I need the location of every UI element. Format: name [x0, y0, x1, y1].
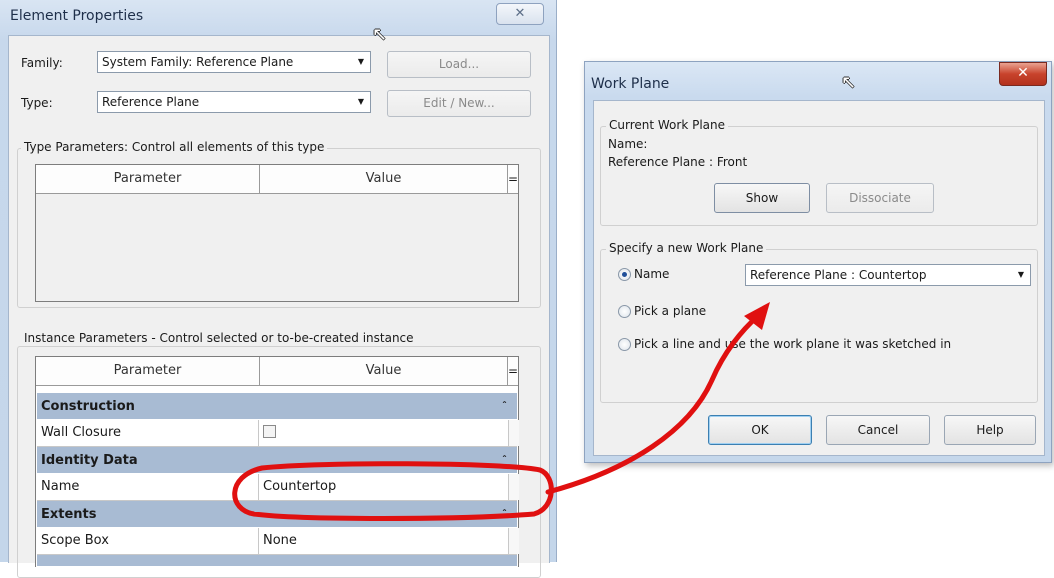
- category-next: [37, 555, 517, 567]
- family-value: System Family: Reference Plane: [102, 55, 294, 69]
- name-label: Name:: [608, 137, 648, 151]
- grid-header: Parameter Value =: [36, 357, 518, 386]
- close-button[interactable]: ✕: [496, 3, 544, 25]
- mouse-cursor-icon: ↖: [372, 24, 388, 45]
- formula-column-header[interactable]: =: [507, 165, 518, 193]
- chevron-down-icon: ▼: [357, 57, 364, 66]
- category-label: Construction: [41, 399, 135, 414]
- type-value: Reference Plane: [102, 95, 200, 109]
- pick-plane-label[interactable]: Pick a plane: [634, 304, 706, 318]
- parameter-column-header[interactable]: Parameter: [36, 357, 260, 385]
- parameter-cell: Wall Closure: [37, 420, 259, 446]
- category-label: Extents: [41, 507, 97, 522]
- value-column-header[interactable]: Value: [260, 357, 508, 385]
- dialog-title: Element Properties: [10, 8, 144, 24]
- parameter-cell: Scope Box: [37, 528, 259, 554]
- work-plane-dialog: Work Plane ✕ ↖ Current Work Plane Name: …: [584, 61, 1052, 463]
- pick-line-radio[interactable]: [618, 338, 631, 351]
- category-construction[interactable]: Construction ˆ: [37, 393, 517, 420]
- help-button[interactable]: Help: [944, 415, 1036, 445]
- pick-plane-radio[interactable]: [618, 305, 631, 318]
- table-row: Name Countertop: [37, 474, 519, 501]
- dissociate-button[interactable]: Dissociate: [826, 183, 934, 213]
- category-label: Identity Data: [41, 453, 138, 468]
- family-label: Family:: [21, 56, 63, 70]
- chevron-down-icon: ▼: [357, 97, 364, 106]
- show-button[interactable]: Show: [714, 183, 810, 213]
- current-work-plane-group: [600, 126, 1038, 226]
- type-parameters-title: Type Parameters: Control all elements of…: [21, 140, 328, 154]
- category-extents[interactable]: Extents ˆ: [37, 501, 517, 528]
- element-properties-dialog: Element Properties ✕ Family: System Fami…: [0, 0, 557, 578]
- table-row: Wall Closure: [37, 420, 519, 447]
- collapse-icon[interactable]: ˆ: [502, 501, 507, 528]
- category-identity-data[interactable]: Identity Data ˆ: [37, 447, 517, 474]
- load-button[interactable]: Load...: [387, 51, 531, 78]
- dialog-title: Work Plane: [591, 76, 670, 92]
- name-radio[interactable]: [618, 268, 631, 281]
- table-row: Scope Box None: [37, 528, 519, 555]
- pick-line-label[interactable]: Pick a line and use the work plane it wa…: [634, 337, 951, 351]
- formula-column-header[interactable]: =: [507, 357, 518, 385]
- value-column-header[interactable]: Value: [260, 165, 508, 193]
- specify-work-plane-title: Specify a new Work Plane: [606, 241, 767, 255]
- current-work-plane-title: Current Work Plane: [606, 118, 728, 132]
- grid-header: Parameter Value =: [36, 165, 518, 194]
- type-dropdown[interactable]: Reference Plane ▼: [97, 91, 371, 113]
- work-plane-name-dropdown[interactable]: Reference Plane : Countertop ▼: [745, 264, 1031, 286]
- parameter-cell: Name: [37, 474, 259, 500]
- work-plane-name-value: Reference Plane : Countertop: [750, 268, 927, 282]
- chevron-down-icon: ▼: [1017, 270, 1024, 279]
- collapse-icon[interactable]: ˆ: [502, 393, 507, 420]
- dialog-body: Current Work Plane Name: Reference Plane…: [593, 100, 1045, 456]
- mouse-cursor-icon: ↖: [841, 72, 857, 93]
- close-button[interactable]: ✕: [999, 62, 1047, 86]
- type-parameters-grid: Parameter Value =: [35, 164, 519, 302]
- current-work-plane-name: Reference Plane : Front: [608, 155, 748, 169]
- family-dropdown[interactable]: System Family: Reference Plane ▼: [97, 51, 371, 73]
- edit-new-button[interactable]: Edit / New...: [387, 90, 531, 117]
- instance-parameters-title: Instance Parameters - Control selected o…: [21, 331, 417, 345]
- type-label: Type:: [21, 96, 53, 110]
- instance-parameters-grid: Parameter Value = Construction ˆ Wall Cl…: [35, 356, 519, 567]
- ok-button[interactable]: OK: [708, 415, 812, 445]
- value-cell[interactable]: None: [259, 528, 509, 554]
- wall-closure-checkbox[interactable]: [263, 425, 276, 438]
- parameter-column-header[interactable]: Parameter: [36, 165, 260, 193]
- name-option-label[interactable]: Name: [634, 267, 669, 281]
- cancel-button[interactable]: Cancel: [826, 415, 930, 445]
- value-cell[interactable]: [259, 420, 509, 446]
- dialog-body: Family: System Family: Reference Plane ▼…: [8, 35, 550, 578]
- collapse-icon[interactable]: ˆ: [502, 447, 507, 474]
- name-value-field[interactable]: Countertop: [259, 474, 509, 500]
